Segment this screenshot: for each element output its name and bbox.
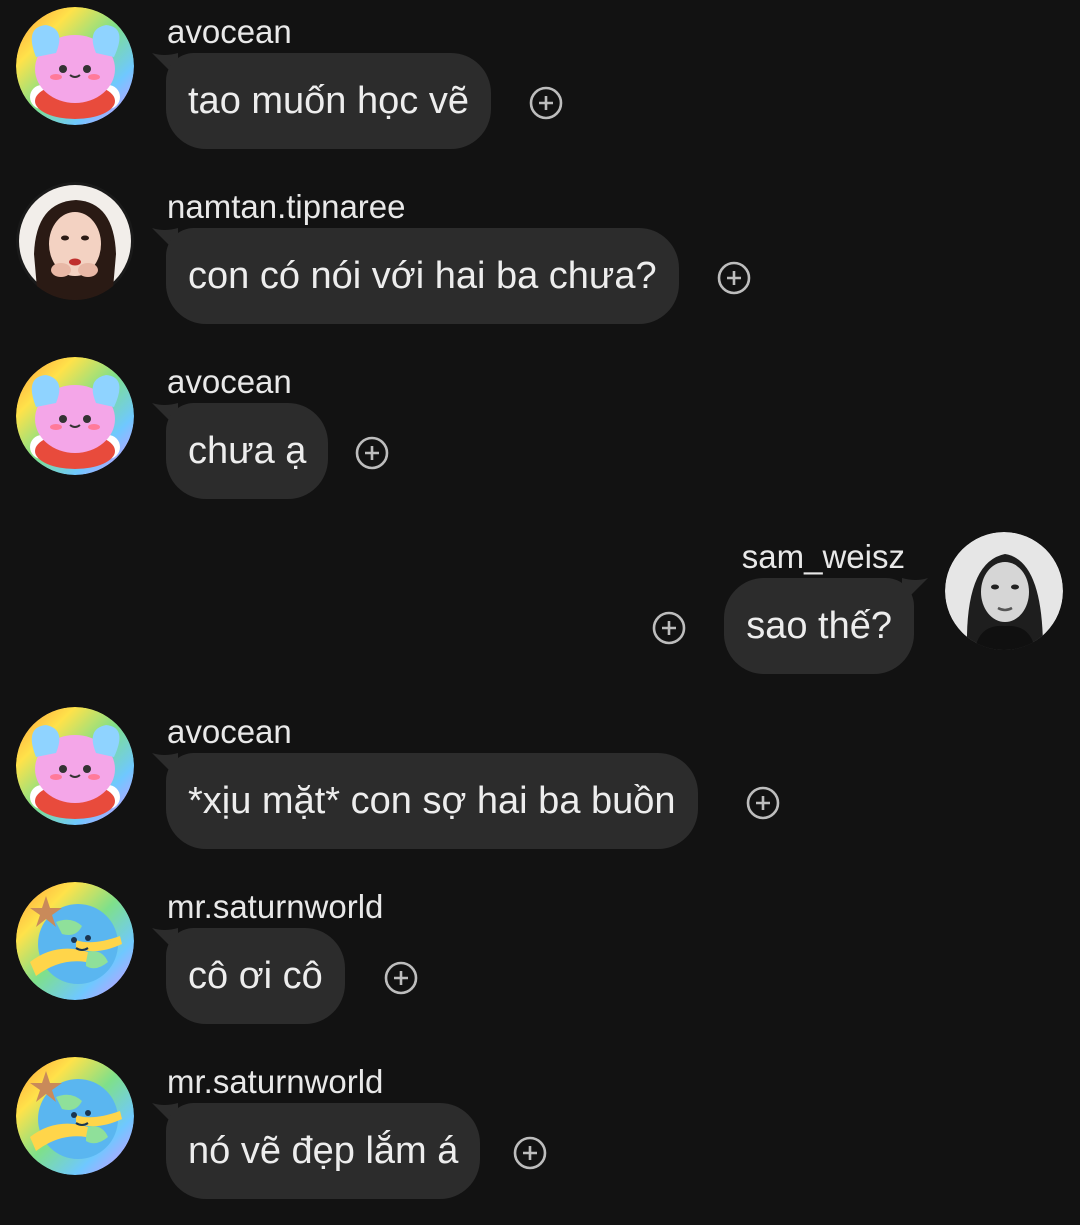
blob-avatar-icon xyxy=(16,7,134,125)
add-reaction-button[interactable] xyxy=(513,1136,547,1170)
blob-avatar[interactable] xyxy=(16,357,134,475)
username[interactable]: sam_weisz xyxy=(742,537,905,577)
message-text: con có nói với hai ba chưa? xyxy=(188,254,657,297)
add-reaction-icon xyxy=(384,961,418,995)
add-reaction-icon xyxy=(717,261,751,295)
globe-avatar-icon xyxy=(16,882,134,1000)
message-bubble[interactable]: tao muốn học vẽ xyxy=(166,53,491,149)
username[interactable]: mr.saturnworld xyxy=(167,887,383,927)
bubble-container: *xịu mặt* con sợ hai ba buồn xyxy=(152,753,698,850)
message-row: avocean tao muốn học vẽ xyxy=(0,0,1080,175)
message-bubble[interactable]: sao thế? xyxy=(724,578,914,674)
message-bubble[interactable]: chưa ạ xyxy=(166,403,329,499)
message-row: namtan.tipnaree con có nói với hai ba ch… xyxy=(0,175,1080,350)
add-reaction-button[interactable] xyxy=(355,436,389,470)
message-text: cô ơi cô xyxy=(188,954,323,997)
message-text: chưa ạ xyxy=(188,429,307,472)
username[interactable]: avocean xyxy=(167,712,292,752)
message-row: avocean chưa ạ xyxy=(0,350,1080,525)
add-reaction-icon xyxy=(529,86,563,120)
bubble-container: sao thế? xyxy=(724,578,928,675)
girl-photo-avatar-icon xyxy=(16,182,134,300)
message-row: mr.saturnworld cô ơi cô xyxy=(0,875,1080,1050)
bw-photo-avatar[interactable] xyxy=(945,532,1063,650)
message-text: tao muốn học vẽ xyxy=(188,79,469,122)
username[interactable]: avocean xyxy=(167,12,292,52)
message-bubble[interactable]: *xịu mặt* con sợ hai ba buồn xyxy=(166,753,698,849)
add-reaction-button[interactable] xyxy=(717,261,751,295)
message-row: mr.saturnworld nó vẽ đẹp lắm á xyxy=(0,1050,1080,1225)
bubble-container: cô ơi cô xyxy=(152,928,345,1025)
add-reaction-icon xyxy=(513,1136,547,1170)
add-reaction-button[interactable] xyxy=(746,786,780,820)
message-bubble[interactable]: con có nói với hai ba chưa? xyxy=(166,228,679,324)
blob-avatar-icon xyxy=(16,357,134,475)
message-text: *xịu mặt* con sợ hai ba buồn xyxy=(188,779,676,822)
add-reaction-button[interactable] xyxy=(384,961,418,995)
add-reaction-icon xyxy=(746,786,780,820)
add-reaction-button[interactable] xyxy=(652,611,686,645)
add-reaction-button[interactable] xyxy=(529,86,563,120)
bw-photo-avatar-icon xyxy=(945,532,1063,650)
bubble-container: tao muốn học vẽ xyxy=(152,53,491,150)
bubble-container: con có nói với hai ba chưa? xyxy=(152,228,679,325)
add-reaction-icon xyxy=(355,436,389,470)
bubble-container: nó vẽ đẹp lắm á xyxy=(152,1103,481,1200)
message-row: avocean *xịu mặt* con sợ hai ba buồn xyxy=(0,700,1080,875)
blob-avatar[interactable] xyxy=(16,707,134,825)
message-row: sam_weisz sao thế? xyxy=(0,525,1080,700)
username[interactable]: namtan.tipnaree xyxy=(167,187,406,227)
message-bubble[interactable]: nó vẽ đẹp lắm á xyxy=(166,1103,481,1199)
globe-avatar-icon xyxy=(16,1057,134,1175)
blob-avatar[interactable] xyxy=(16,7,134,125)
blob-avatar-icon xyxy=(16,707,134,825)
username[interactable]: avocean xyxy=(167,362,292,402)
message-bubble[interactable]: cô ơi cô xyxy=(166,928,345,1024)
globe-avatar[interactable] xyxy=(16,1057,134,1175)
username[interactable]: mr.saturnworld xyxy=(167,1062,383,1102)
add-reaction-icon xyxy=(652,611,686,645)
message-text: sao thế? xyxy=(746,604,892,647)
globe-avatar[interactable] xyxy=(16,882,134,1000)
bubble-container: chưa ạ xyxy=(152,403,329,500)
message-text: nó vẽ đẹp lắm á xyxy=(188,1129,459,1172)
girl-photo-avatar[interactable] xyxy=(16,182,134,300)
